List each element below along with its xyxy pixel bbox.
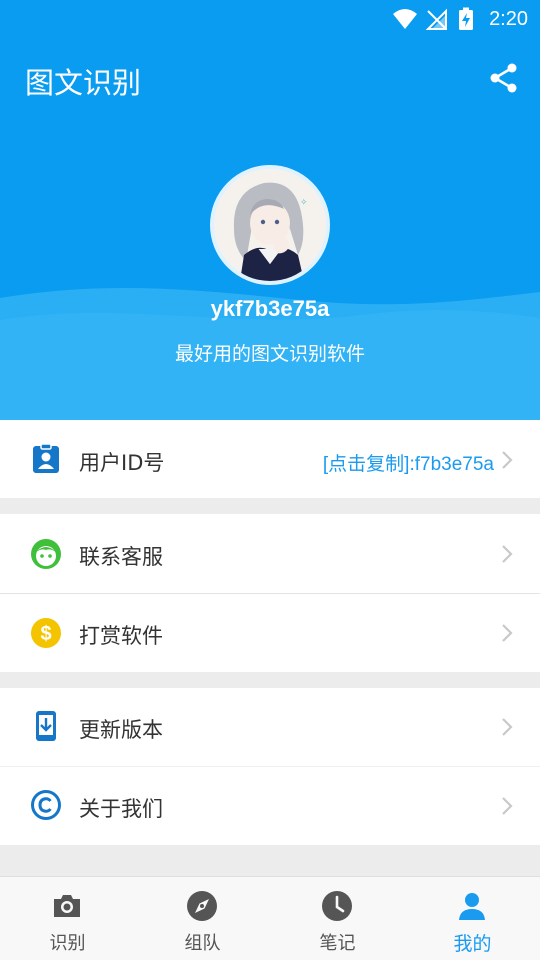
contact-support-label: 联系客服 — [79, 545, 163, 569]
profile-header: 2:20 图文识别 ✧ ykf7b3e75a 最好用的图文识别软件 — [0, 0, 540, 420]
about-label: 关于我们 — [79, 797, 163, 821]
nav-label: 我的 — [453, 933, 492, 955]
id-card-icon — [33, 443, 59, 473]
wifi-icon — [393, 9, 417, 29]
bottom-navigation: 识别 组队 笔记 我的 — [0, 876, 540, 960]
phone-download-icon — [36, 711, 56, 741]
chevron-right-icon — [502, 718, 513, 736]
chevron-right-icon — [502, 797, 513, 815]
nav-label: 组队 — [184, 933, 221, 954]
copyright-icon — [31, 790, 61, 820]
reward-row[interactable]: $ 打赏软件 — [0, 594, 540, 672]
svg-text:$: $ — [40, 623, 51, 645]
nav-tab-recognize[interactable]: 识别 — [0, 877, 135, 960]
person-icon — [459, 893, 485, 920]
chevron-right-icon — [502, 624, 513, 642]
avatar-illustration: ✧ — [214, 169, 326, 281]
nav-tab-mine[interactable]: 我的 — [405, 877, 540, 960]
smiley-face-icon — [31, 539, 61, 569]
username: ykf7b3e75a — [210, 296, 330, 321]
dollar-coin-icon: $ — [31, 618, 61, 648]
nav-label: 笔记 — [319, 933, 356, 954]
nav-tab-notes[interactable]: 笔记 — [270, 877, 405, 960]
status-bar: 2:20 — [0, 0, 540, 38]
slogan: 最好用的图文识别软件 — [174, 343, 365, 365]
camera-icon — [54, 895, 80, 917]
no-signal-icon — [426, 8, 447, 30]
user-id-row[interactable]: 用户ID号 [点击复制]:f7b3e75a — [0, 420, 540, 498]
battery-charging-icon — [459, 7, 473, 30]
avatar[interactable]: ✧ — [210, 165, 330, 285]
svg-text:✧: ✧ — [300, 198, 308, 208]
nav-label: 识别 — [49, 933, 86, 954]
chevron-right-icon — [502, 451, 513, 469]
status-time: 2:20 — [489, 8, 528, 30]
update-row[interactable]: 更新版本 — [0, 688, 540, 766]
reward-label: 打赏软件 — [79, 624, 163, 648]
page-title: 图文识别 — [25, 66, 142, 100]
compass-icon — [187, 891, 217, 921]
user-id-label: 用户ID号 — [79, 451, 165, 475]
clock-icon — [322, 891, 352, 921]
about-row[interactable]: 关于我们 — [0, 767, 540, 845]
chevron-right-icon — [502, 545, 513, 563]
user-id-value[interactable]: [点击复制]:f7b3e75a — [323, 449, 494, 476]
share-icon[interactable] — [488, 62, 520, 94]
contact-support-row[interactable]: 联系客服 — [0, 514, 540, 593]
update-label: 更新版本 — [79, 718, 163, 742]
nav-tab-team[interactable]: 组队 — [135, 877, 270, 960]
